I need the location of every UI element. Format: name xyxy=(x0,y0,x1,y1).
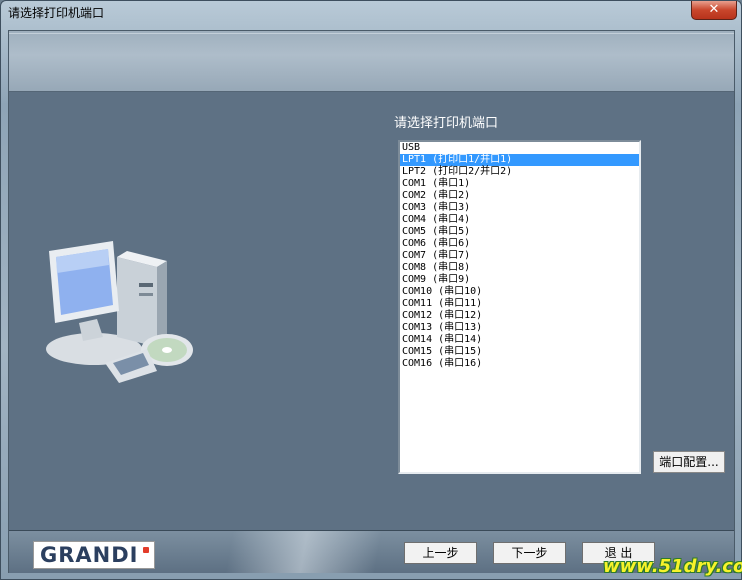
title-bar[interactable]: 请选择打印机端口 ✕ xyxy=(1,1,741,23)
port-list-item[interactable]: COM14 (串口14) xyxy=(400,334,639,346)
port-list-item[interactable]: COM8 (串口8) xyxy=(400,262,639,274)
port-list-item[interactable]: COM3 (串口3) xyxy=(400,202,639,214)
port-list-item[interactable]: COM5 (串口5) xyxy=(400,226,639,238)
wizard-main-panel: 请选择打印机端口 USB LPT1 (打印口1/并口1) LPT2 (打印口2/并口… xyxy=(9,92,734,530)
footer-decoration xyxy=(159,531,399,573)
port-config-button[interactable]: 端口配置... xyxy=(653,451,725,473)
port-list-item[interactable]: COM13 (串口13) xyxy=(400,322,639,334)
next-button[interactable]: 下一步 xyxy=(493,542,566,564)
port-list-item[interactable]: COM15 (串口15) xyxy=(400,346,639,358)
port-listbox[interactable]: USB LPT1 (打印口1/并口1) LPT2 (打印口2/并口2) COM1 (串… xyxy=(398,140,641,474)
port-list-item[interactable]: COM16 (串口16) xyxy=(400,358,639,370)
port-list-item[interactable]: COM9 (串口9) xyxy=(400,274,639,286)
port-list-item[interactable]: LPT1 (打印口1/并口1) xyxy=(400,154,639,166)
installer-window: 请选择打印机端口 ✕ 请选择打印机端口 USB LPT1 (打印口1/并口1) … xyxy=(0,0,742,580)
port-list-item[interactable]: COM10 (串口10) xyxy=(400,286,639,298)
header-banner xyxy=(9,31,734,92)
port-list-item[interactable]: COM6 (串口6) xyxy=(400,238,639,250)
port-list-item[interactable]: COM11 (串口11) xyxy=(400,298,639,310)
logo-text: GRANDI xyxy=(40,543,139,567)
port-list-item[interactable]: USB xyxy=(400,142,639,154)
port-prompt-label: 请选择打印机端口 xyxy=(394,116,499,131)
previous-button[interactable]: 上一步 xyxy=(404,542,477,564)
window-title: 请选择打印机端口 xyxy=(8,6,105,20)
wizard-client-area: 请选择打印机端口 USB LPT1 (打印口1/并口1) LPT2 (打印口2/并口… xyxy=(8,30,735,573)
port-list-item[interactable]: COM1 (串口1) xyxy=(400,178,639,190)
port-list-item[interactable]: COM2 (串口2) xyxy=(400,190,639,202)
logo-dot-icon xyxy=(143,547,149,553)
close-button[interactable]: ✕ xyxy=(691,1,737,20)
port-list-item[interactable]: LPT2 (打印口2/并口2) xyxy=(400,166,639,178)
port-list-item[interactable]: COM7 (串口7) xyxy=(400,250,639,262)
computer-illustration-icon xyxy=(46,241,193,383)
grandi-logo: GRANDI xyxy=(33,541,155,569)
site-watermark: www.51dry.com xyxy=(603,556,742,577)
port-list-item[interactable]: COM12 (串口12) xyxy=(400,310,639,322)
port-list-item[interactable]: COM4 (串口4) xyxy=(400,214,639,226)
banner-highlight xyxy=(9,33,734,34)
